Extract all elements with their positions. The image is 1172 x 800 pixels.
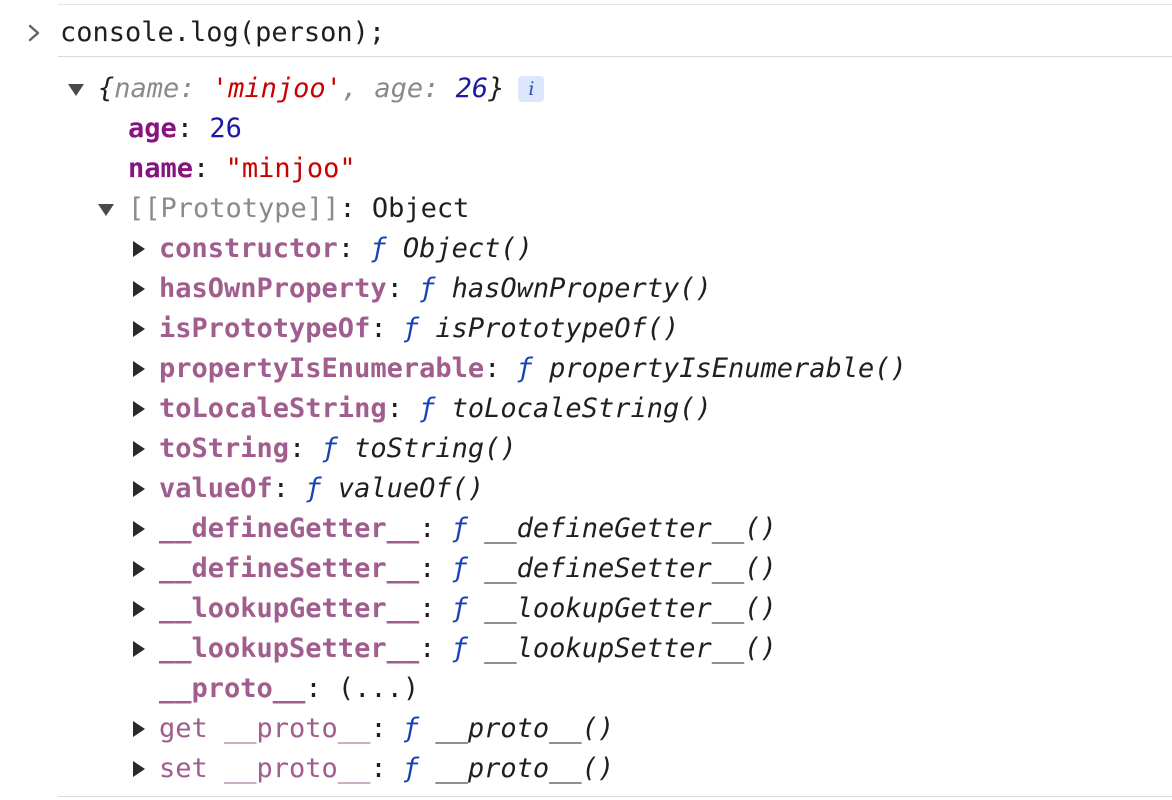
- proto-member-row[interactable]: toLocaleString: ƒ toLocaleString(): [159, 389, 712, 429]
- prototype-key: [[Prototype]]: [128, 193, 340, 224]
- accessor-row[interactable]: get __proto__: ƒ __proto__(): [159, 709, 614, 749]
- message-divider: [58, 56, 1172, 57]
- proto-member-row[interactable]: __lookupSetter__: ƒ __lookupSetter__(): [159, 629, 777, 669]
- proto-member-row[interactable]: __lookupGetter__: ƒ __lookupGetter__(): [159, 589, 777, 629]
- property-value: "minjoo": [225, 153, 356, 184]
- proto-member-row[interactable]: hasOwnProperty: ƒ hasOwnProperty(): [159, 269, 712, 309]
- bottom-divider: [58, 796, 1172, 797]
- collapsed-triangle-icon[interactable]: [133, 481, 145, 497]
- accessor-row[interactable]: set __proto__: ƒ __proto__(): [159, 749, 614, 789]
- expand-triangle-icon[interactable]: [68, 84, 84, 96]
- collapsed-triangle-icon[interactable]: [133, 281, 145, 297]
- property-key: name: [128, 153, 194, 184]
- object-preview[interactable]: {name: 'minjoo', age: 26} i: [98, 69, 545, 109]
- collapsed-triangle-icon[interactable]: [133, 561, 145, 577]
- lazy-value: (...): [337, 673, 420, 704]
- proto-member-row[interactable]: propertyIsEnumerable: ƒ propertyIsEnumer…: [159, 349, 907, 389]
- property-value: 26: [209, 113, 242, 144]
- expand-triangle-icon[interactable]: [98, 204, 114, 216]
- top-divider: [58, 4, 1172, 5]
- proto-member-row[interactable]: __defineGetter__: ƒ __defineGetter__(): [159, 509, 777, 549]
- collapsed-triangle-icon[interactable]: [133, 401, 145, 417]
- proto-member-row[interactable]: constructor: ƒ Object(): [159, 229, 533, 269]
- preview-value-age: 26: [455, 73, 489, 104]
- chevron-right-icon: [28, 24, 40, 42]
- proto-member-row[interactable]: __defineSetter__: ƒ __defineSetter__(): [159, 549, 777, 589]
- proto-member-row[interactable]: valueOf: ƒ valueOf(): [159, 469, 484, 509]
- collapsed-triangle-icon[interactable]: [133, 641, 145, 657]
- preview-value-name: 'minjoo': [211, 73, 342, 104]
- collapsed-triangle-icon[interactable]: [133, 721, 145, 737]
- collapsed-triangle-icon[interactable]: [133, 601, 145, 617]
- info-icon[interactable]: i: [518, 76, 545, 102]
- collapsed-triangle-icon[interactable]: [133, 761, 145, 777]
- collapsed-triangle-icon[interactable]: [133, 361, 145, 377]
- collapsed-triangle-icon[interactable]: [133, 321, 145, 337]
- prototype-value: Object: [371, 193, 470, 224]
- collapsed-triangle-icon[interactable]: [133, 241, 145, 257]
- property-row: name: "minjoo": [128, 153, 356, 184]
- console-command: console.log(person);: [60, 17, 386, 48]
- collapsed-triangle-icon[interactable]: [133, 521, 145, 537]
- property-key: age: [128, 113, 177, 144]
- proto-member-row[interactable]: toString: ƒ toString(): [159, 429, 517, 469]
- preview-key-name: name: [114, 73, 180, 104]
- preview-key-age: age: [374, 73, 424, 104]
- proto-member-row[interactable]: isPrototypeOf: ƒ isPrototypeOf(): [159, 309, 679, 349]
- prototype-row[interactable]: [[Prototype]]: Object: [128, 189, 469, 229]
- collapsed-triangle-icon[interactable]: [133, 441, 145, 457]
- property-row: age: 26: [128, 113, 242, 144]
- proto-accessor-row[interactable]: __proto__: (...): [159, 669, 419, 709]
